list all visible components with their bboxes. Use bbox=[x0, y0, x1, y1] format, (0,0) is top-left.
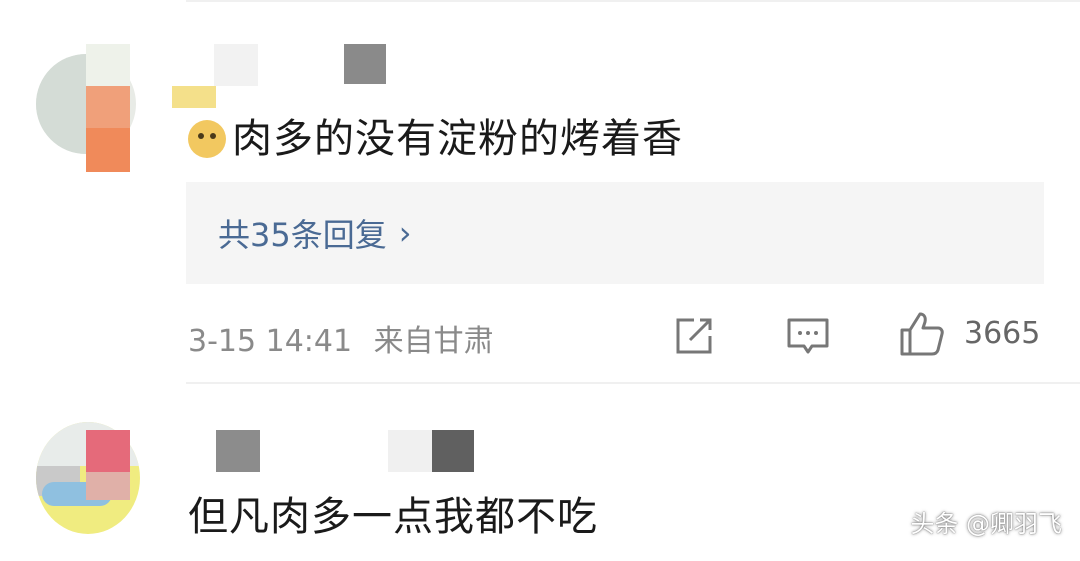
username-censored bbox=[344, 44, 386, 84]
username-censored[interactable] bbox=[216, 430, 260, 472]
badge-censored bbox=[172, 86, 216, 108]
location: 来自甘肃 bbox=[373, 324, 494, 359]
like-count: 3665 bbox=[964, 316, 1041, 351]
timestamp: 3-15 14:41 bbox=[188, 324, 353, 359]
doge-emoji-icon bbox=[188, 120, 226, 158]
share-icon[interactable] bbox=[674, 316, 716, 356]
comment-divider bbox=[186, 382, 1080, 384]
top-divider bbox=[186, 0, 1080, 2]
avatar-mosaic-block bbox=[86, 430, 130, 472]
view-replies-link[interactable]: 共35条回复 bbox=[218, 210, 387, 256]
watermark: 头条 @卿羽飞 bbox=[910, 510, 1062, 538]
thumbs-up-icon[interactable] bbox=[898, 310, 946, 358]
comment-text: 肉多的没有淀粉的烤着香 bbox=[188, 106, 683, 164]
avatar-mosaic-block bbox=[86, 44, 130, 86]
avatar-mosaic-block bbox=[86, 86, 130, 128]
comment-meta: 3-15 14:41 来自甘肃 bbox=[188, 316, 494, 360]
username-censored bbox=[388, 430, 432, 472]
chevron-right-icon: › bbox=[398, 214, 412, 252]
comment-icon[interactable] bbox=[786, 316, 830, 358]
replies-box[interactable]: 共35条回复 › bbox=[186, 182, 1044, 284]
username-censored bbox=[432, 430, 474, 472]
avatar-mosaic-block bbox=[86, 472, 130, 500]
comment-body: 但凡肉多一点我都不吃 bbox=[188, 494, 598, 540]
avatar-mosaic-block bbox=[86, 128, 130, 172]
username-censored[interactable] bbox=[214, 44, 258, 86]
comment-body: 肉多的没有淀粉的烤着香 bbox=[232, 116, 683, 162]
